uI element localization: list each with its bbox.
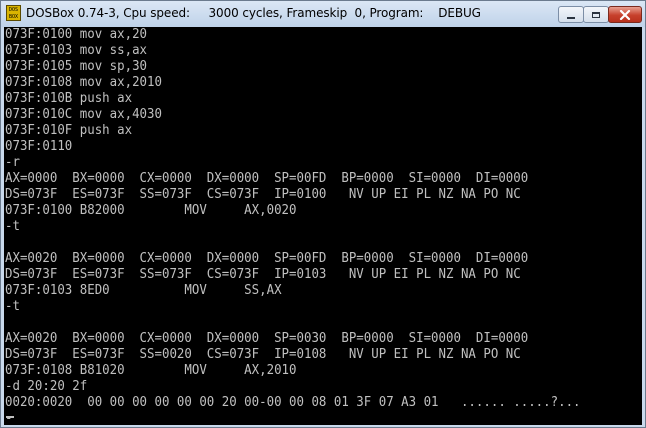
console-screen[interactable]: 073F:0100 mov ax,20 073F:0103 mov ss,ax 07… [4, 27, 642, 425]
dosbox-app-icon[interactable]: DOS BOX [6, 5, 21, 21]
console-line: AX=0020 BX=0000 CX=0000 DX=0000 SP=00FD … [5, 251, 529, 266]
console-line: 073F:010B push ax [5, 91, 133, 106]
console-line: DS=073F ES=073F SS=073F CS=073F IP=0103 … [5, 267, 521, 282]
console-line: 0020:0020 00 00 00 00 00 00 20 00-00 00 … [5, 395, 581, 410]
console-line: 073F:0103 mov ss,ax [5, 43, 148, 58]
console-line: 073F:0100 mov ax,20 [5, 27, 148, 42]
maximize-icon [592, 11, 600, 18]
close-button[interactable] [608, 6, 642, 23]
maximize-button[interactable] [583, 6, 609, 23]
console-line: -t [5, 219, 20, 234]
minimize-icon [567, 16, 575, 19]
console-line: -d 20:20 2f [5, 379, 88, 394]
console-line: AX=0020 BX=0000 CX=0000 DX=0000 SP=0030 … [5, 331, 529, 346]
console-line: -r [5, 155, 20, 170]
console-line: DS=073F ES=073F SS=0020 CS=073F IP=0108 … [5, 347, 521, 362]
console-line: -t [5, 299, 20, 314]
window-title: DOSBox 0.74-3, Cpu speed: 3000 cycles, F… [26, 6, 481, 20]
console-line: 073F:0100 B82000 MOV AX,0020 [5, 203, 297, 218]
minimize-button[interactable] [558, 6, 584, 23]
console-line: 073F:010F push ax [5, 123, 133, 138]
console-line: 073F:0103 8ED0 MOV SS,AX [5, 283, 282, 298]
close-icon [619, 9, 631, 20]
dosbox-window: DOS BOX DOSBox 0.74-3, Cpu speed: 3000 c… [0, 0, 646, 428]
console-line: 073F:0110 [5, 139, 73, 154]
console-line: DS=073F ES=073F SS=073F CS=073F IP=0100 … [5, 187, 521, 202]
console-line: - [5, 411, 13, 425]
console-line: AX=0000 BX=0000 CX=0000 DX=0000 SP=00FD … [5, 171, 529, 186]
title-bar[interactable]: DOS BOX DOSBox 0.74-3, Cpu speed: 3000 c… [1, 1, 645, 27]
console-line: 073F:0108 mov ax,2010 [5, 75, 162, 90]
console-line: 073F:0108 B81020 MOV AX,2010 [5, 363, 297, 378]
console-line: 073F:0105 mov sp,30 [5, 59, 148, 74]
console-line: 073F:010C mov ax,4030 [5, 107, 162, 122]
